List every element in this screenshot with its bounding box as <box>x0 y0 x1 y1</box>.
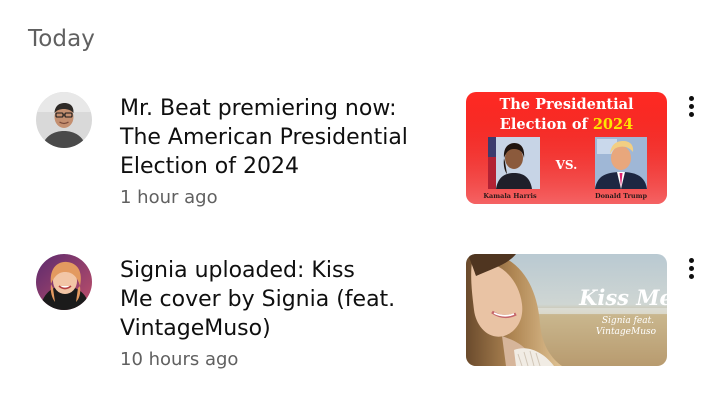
section-header-today: Today <box>28 26 96 52</box>
thumbnail-image: The Presidential Election of 2024 VS. Ka… <box>466 92 667 204</box>
person-avatar-icon <box>36 254 92 310</box>
thumb-subtitle-line2: VintageMuso <box>596 327 657 337</box>
thumb-vs-label: VS. <box>555 158 578 172</box>
notification-title: Mr. Beat premiering now: The American Pr… <box>120 94 430 181</box>
notification-title-line: VintageMuso) <box>120 316 271 341</box>
kebab-dot <box>689 104 694 109</box>
thumb-subtitle-line1: Signia feat. <box>602 316 654 326</box>
thumb-title-line2: Election of 2024 <box>500 116 633 133</box>
more-vert-icon[interactable] <box>678 254 706 282</box>
kebab-dot <box>689 258 694 263</box>
video-thumbnail[interactable]: Kiss Me Signia feat. VintageMuso <box>466 254 667 366</box>
notification-title-line: Me cover by Signia (feat. <box>120 287 396 312</box>
thumb-title-line1: The Presidential <box>499 96 634 113</box>
notification-text[interactable]: Signia uploaded: Kiss Me cover by Signia… <box>120 256 430 370</box>
kebab-dot <box>689 96 694 101</box>
thumb-left-caption: Kamala Harris <box>483 192 537 200</box>
notification-title: Signia uploaded: Kiss Me cover by Signia… <box>120 256 430 343</box>
left-portrait <box>488 137 540 189</box>
kebab-dot <box>689 112 694 117</box>
right-portrait <box>595 137 647 189</box>
notification-item[interactable]: Signia uploaded: Kiss Me cover by Signia… <box>0 248 720 378</box>
thumb-title: Kiss Me <box>578 285 667 310</box>
channel-avatar[interactable] <box>36 92 92 148</box>
person-avatar-icon <box>36 92 92 148</box>
channel-avatar[interactable] <box>36 254 92 310</box>
video-thumbnail[interactable]: The Presidential Election of 2024 VS. Ka… <box>466 92 667 204</box>
notification-title-line: Mr. Beat premiering now: <box>120 96 397 121</box>
thumb-right-caption: Donald Trump <box>595 192 648 200</box>
thumbnail-image: Kiss Me Signia feat. VintageMuso <box>466 254 667 366</box>
notification-text[interactable]: Mr. Beat premiering now: The American Pr… <box>120 94 430 208</box>
notification-title-line: The American Presidential <box>120 125 408 150</box>
notification-title-line: Signia uploaded: Kiss <box>120 258 355 283</box>
kebab-dot <box>689 274 694 279</box>
notification-title-line: Election of 2024 <box>120 154 299 179</box>
notification-item[interactable]: Mr. Beat premiering now: The American Pr… <box>0 86 720 216</box>
notification-timestamp: 10 hours ago <box>120 349 239 370</box>
more-vert-icon[interactable] <box>678 92 706 120</box>
kebab-dot <box>689 266 694 271</box>
notification-timestamp: 1 hour ago <box>120 187 218 208</box>
